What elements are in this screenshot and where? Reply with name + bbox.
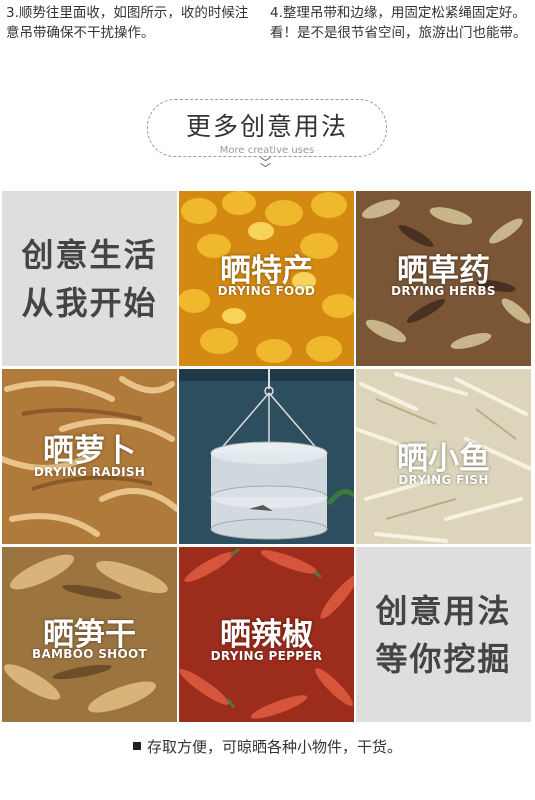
tile-hanging-drying-net (179, 369, 354, 544)
tile-title: 晒萝卜 (43, 433, 136, 469)
section-heading: 更多创意用法 More creative uses (147, 99, 387, 157)
tile-line: 等你挖掘 (375, 639, 512, 678)
section-title: 更多创意用法 (185, 112, 348, 141)
hanging-drying-net-photo (179, 369, 354, 544)
footer-caption: 存取方便，可晾晒各种小物件，干货。 (0, 736, 535, 757)
tile-subtitle: DRYING RADISH (33, 465, 146, 479)
tile-subtitle: DRYING FISH (398, 473, 489, 487)
tile-title: 晒辣椒 (220, 617, 313, 653)
tile-bamboo-shoot: 晒笋干 BAMBOO SHOOT (2, 547, 177, 722)
tile-drying-fish: 晒小鱼 DRYING FISH (356, 369, 531, 544)
footer-caption-text: 存取方便，可晾晒各种小物件，干货。 (146, 738, 402, 756)
tile-creative-life: 创意生活 从我开始 (2, 191, 177, 366)
bullet-square-icon (132, 742, 141, 750)
tile-subtitle: DRYING HERBS (391, 284, 496, 298)
tile-drying-radish: 晒萝卜 DRYING RADISH (2, 369, 177, 544)
tile-line: 从我开始 (21, 283, 158, 322)
tile-creative-uses: 创意用法 等你挖掘 (356, 547, 531, 722)
tile-drying-pepper: 晒辣椒 DRYING PEPPER (179, 547, 354, 722)
tile-subtitle: BAMBOO SHOOT (32, 647, 147, 661)
instruction-step-4: 4.整理吊带和边缘，用固定松紧绳固定好。看！是不是很节省空间，旅游出门也能带。 (270, 5, 527, 41)
double-chevron-down-icon: ﹀ ﹀ (260, 156, 271, 175)
tile-subtitle: DRYING PEPPER (210, 649, 323, 663)
section-subtitle: More creative uses (219, 145, 315, 156)
tile-drying-food: 晒特产 DRYING FOOD (179, 191, 354, 366)
tile-subtitle: DRYING FOOD (217, 284, 316, 298)
instruction-step-3: 3.顺势往里面收，如图所示，收的时候注意吊带确保不干扰操作。 (6, 5, 249, 41)
tile-line: 创意生活 (21, 235, 158, 274)
tile-line: 创意用法 (375, 591, 512, 630)
tile-title: 晒小鱼 (397, 441, 490, 477)
tile-drying-herbs: 晒草药 DRYING HERBS (356, 191, 531, 366)
